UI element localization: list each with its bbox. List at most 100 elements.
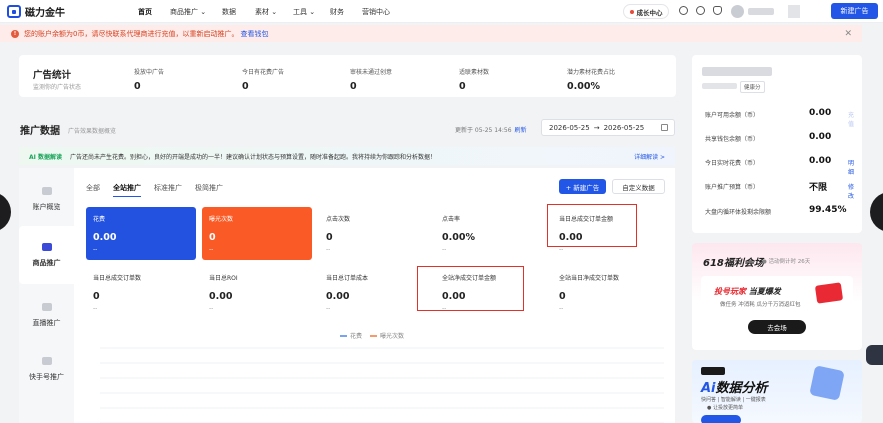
update-time-text: 更新于 05-25 14:56: [455, 127, 512, 134]
live-icon: [41, 302, 52, 311]
chart-legend: 花费 曝光次数: [340, 331, 404, 340]
metric-ctr[interactable]: 点击率 0.00% --: [435, 207, 545, 260]
ai-insight-text: 广告还尚未产生花费。别担心，良好的开端是成功的一半！建议确认计划状态与预算设置，…: [69, 153, 436, 161]
account-name-redacted: [748, 8, 774, 15]
nav-marketing-center[interactable]: 营销中心: [362, 7, 390, 17]
side-tab-kuaishou-promotion[interactable]: 快手号推广: [19, 340, 74, 398]
metric-label: 点击次数: [326, 216, 351, 223]
new-ad-button[interactable]: 新建广告: [831, 3, 878, 19]
refresh-link[interactable]: 刷新: [515, 127, 527, 134]
bell-icon[interactable]: [713, 6, 722, 15]
stat-value: 0: [459, 81, 466, 92]
metric-label: 全站当日净成交订单数: [559, 275, 620, 282]
nav-product-promotion[interactable]: 商品推广 ⌄: [170, 7, 206, 17]
detail-link[interactable]: 明细: [848, 158, 855, 176]
metric-net-order-count[interactable]: 全站当日净成交订单数 0 --: [552, 266, 662, 319]
date-range-picker[interactable]: 2026-05-25 → 2026-05-25: [541, 119, 675, 136]
promo-618-box: 投号玩家 当夏爆发 做任务 冲消耗 瓜分千万消返红包 去会场: [701, 276, 853, 341]
tab-minimal[interactable]: 极简推广: [195, 183, 223, 197]
promo-ai-title: Ai数据分析: [701, 377, 768, 396]
trend-chart: [100, 347, 664, 423]
metric-label: 曝光次数: [209, 216, 234, 223]
product-cart-icon: [41, 242, 52, 251]
custom-data-button[interactable]: 自定义数据: [612, 179, 665, 194]
new-ad-button-panel[interactable]: + 新建广告: [559, 179, 606, 194]
ai-detail-link[interactable]: 详细解读 >: [634, 152, 665, 161]
metric-total-order-count[interactable]: 当日总成交订单数 0 --: [86, 266, 196, 319]
go-venue-button[interactable]: 去会场: [748, 320, 806, 334]
growth-center-button[interactable]: 成长中心: [623, 4, 669, 19]
tab-standard[interactable]: 标准推广: [154, 183, 182, 197]
metric-label: 当日总ROI: [209, 275, 238, 282]
recharge-link[interactable]: 充值: [848, 110, 855, 128]
metric-label: 当日总订单成本: [326, 275, 369, 282]
stat-potential-ratio[interactable]: 潜力素材花费占比 0.00%: [567, 67, 615, 92]
promo-headline-red: 投号玩家: [714, 287, 746, 296]
account-id-redacted: [788, 5, 800, 18]
remaining-limit-row: 大盘内循环体投剩余限额 99.45%: [705, 205, 855, 216]
promo-618-desc: 做任务 冲消耗 瓜分千万消返红包: [720, 302, 801, 308]
legend-impressions[interactable]: 曝光次数: [380, 331, 404, 340]
tab-full-site[interactable]: 全站推广: [113, 183, 141, 197]
side-tab-account-overview[interactable]: 账户概览: [19, 170, 74, 228]
highlight-box: [417, 266, 524, 311]
side-tab-product-promotion[interactable]: 商品推广: [19, 226, 74, 284]
nav-data[interactable]: 数据: [222, 7, 236, 17]
promo-618-card[interactable]: 618福利会场 ● 活动倒计时 26天 投号玩家 当夏爆发 做任务 冲消耗 瓜分…: [692, 243, 862, 350]
ai-insight-tag: AI 数据解读: [29, 153, 62, 161]
promotion-data-panel: 全部 全站推广 标准推广 极简推广 + 新建广告 自定义数据 花费 0.00 -…: [74, 168, 675, 423]
promo-ai-button[interactable]: [701, 415, 741, 423]
account-balance-row: 账户可用余额（币） 0.00 充值: [705, 108, 855, 128]
close-icon[interactable]: ✕: [844, 29, 852, 39]
stat-value: 0: [350, 81, 357, 92]
nav-material[interactable]: 素材 ⌄: [255, 7, 277, 17]
metric-label: 当日总成交订单数: [93, 275, 142, 282]
metric-clicks[interactable]: 点击次数 0 --: [319, 207, 429, 260]
chart-gridlines: [100, 347, 664, 423]
stat-rejected-creatives[interactable]: 审核未通过创意 0: [350, 67, 392, 92]
metric-value: 0: [209, 232, 216, 243]
legend-spend[interactable]: 花费: [350, 331, 362, 340]
ad-stats-subtitle: 监测你的广告状态: [33, 84, 82, 91]
side-tab-label: 账户概览: [32, 202, 61, 211]
budget-row: 账户推广预算（币） 不限 修改: [705, 182, 855, 200]
row-value: 99.45%: [809, 205, 847, 215]
metric-total-roi[interactable]: 当日总ROI 0.00 --: [202, 266, 312, 319]
stat-label: 潜力素材花费占比: [567, 69, 616, 76]
stat-materials[interactable]: 适联素材数 0: [459, 67, 489, 92]
kuaishou-icon: [41, 356, 52, 365]
stat-active-ads[interactable]: 投放中广告 0: [134, 67, 164, 92]
metric-impressions[interactable]: 曝光次数 0 --: [202, 207, 312, 260]
metric-delta: --: [93, 305, 98, 312]
prev-arrow[interactable]: [0, 192, 11, 232]
view-wallet-link[interactable]: 查看钱包: [240, 29, 268, 39]
metric-delta: --: [559, 246, 564, 253]
nav-finance[interactable]: 财务: [330, 7, 344, 17]
avatar[interactable]: [731, 5, 744, 18]
health-score-tag[interactable]: 健康分: [740, 81, 765, 93]
stat-value: 0.00%: [567, 81, 600, 92]
record-icon[interactable]: [679, 6, 688, 15]
stat-spending-ads[interactable]: 今日有花费广告 0: [242, 67, 284, 92]
metric-order-cost[interactable]: 当日总订单成本 0.00 --: [319, 266, 429, 319]
metric-spend[interactable]: 花费 0.00 --: [86, 207, 196, 260]
tab-all[interactable]: 全部: [86, 183, 100, 197]
ad-stats-card: 广告统计 监测你的广告状态 投放中广告 0 今日有花费广告 0 审核未通过创意 …: [19, 55, 676, 97]
legend-swatch-impressions: [370, 334, 378, 337]
brand-logo[interactable]: 磁力金牛: [7, 4, 65, 19]
help-assistant-icon[interactable]: [866, 345, 883, 365]
stat-value: 0: [134, 81, 141, 92]
promo-ai-analysis-card[interactable]: Ai数据分析 快问答 | 智能解读 | 一键报表 ● 让投放更简单: [692, 360, 862, 423]
ai-illustration-icon: [809, 365, 845, 401]
side-tab-label: 快手号推广: [29, 372, 64, 381]
ai-insight-banner: AI 数据解读 广告还尚未产生花费。别担心，良好的开端是成功的一半！建议确认计划…: [19, 147, 675, 165]
side-tab-live-promotion[interactable]: 直播推广: [19, 286, 74, 344]
metric-value: 0: [93, 291, 100, 302]
growth-center-label: 成长中心: [636, 8, 663, 17]
next-arrow[interactable]: [870, 192, 883, 232]
modify-link[interactable]: 修改: [848, 182, 855, 200]
nav-tools[interactable]: 工具 ⌄: [293, 7, 315, 17]
clock-icon[interactable]: [696, 6, 705, 15]
nav-home[interactable]: 首页: [138, 7, 152, 17]
promo-ai-title-text: 数据分析: [715, 381, 768, 396]
